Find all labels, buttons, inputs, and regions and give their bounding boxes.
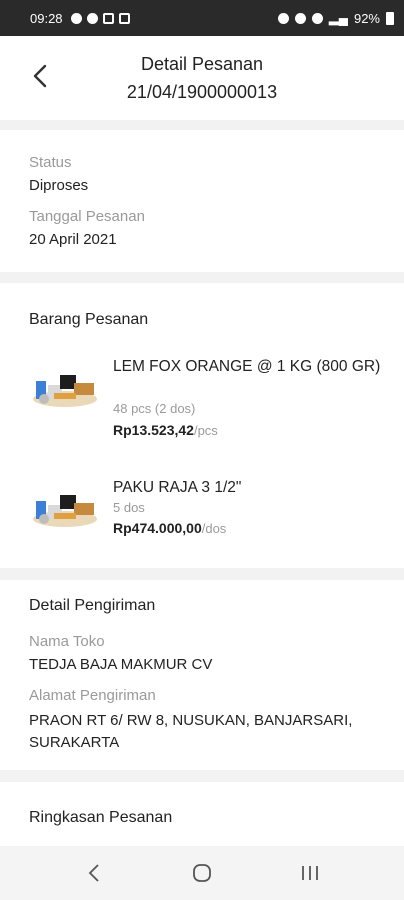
- instagram-icon: [102, 12, 114, 24]
- nav-recents-button[interactable]: [290, 853, 330, 893]
- chevron-left-icon: [33, 64, 47, 88]
- battery-percent: 92%: [353, 10, 380, 26]
- system-nav-bar: [0, 846, 404, 900]
- shipping-address-label: Alamat Pengiriman: [29, 687, 156, 704]
- product-image: [33, 495, 97, 527]
- page-title: Detail Pesanan 21/04/1900000013: [60, 50, 344, 106]
- gallery-icon: [118, 12, 130, 24]
- notification-icons: [70, 12, 130, 24]
- order-summary-section: Ringkasan Pesanan: [0, 782, 404, 846]
- order-number: 21/04/1900000013: [126, 82, 278, 102]
- item-price: Rp13.523,42/pcs: [113, 422, 218, 438]
- status-time: 09:28: [30, 10, 63, 26]
- order-items-section: Barang Pesanan LEM FOX ORANGE @ 1 KG (80…: [0, 283, 404, 568]
- nav-home-button[interactable]: [182, 853, 222, 893]
- order-item[interactable]: PAKU RAJA 3 1/2" 5 dos Rp474.000,00/dos: [0, 475, 404, 545]
- shipping-section: Detail Pengiriman Nama Toko TEDJA BAJA M…: [0, 580, 404, 770]
- order-items-title: Barang Pesanan: [29, 311, 149, 328]
- mute-icon: [294, 12, 306, 24]
- item-name: PAKU RAJA 3 1/2": [113, 479, 242, 496]
- store-name-value: TEDJA BAJA MAKMUR CV: [29, 656, 213, 673]
- status-value: Diproses: [29, 177, 89, 194]
- nav-back-icon: [88, 864, 99, 882]
- item-quantity: 5 dos: [113, 500, 145, 515]
- status-bar: 09:28 ▂▄ 92%: [0, 0, 404, 36]
- page-title-line1: Detail Pesanan: [140, 54, 264, 74]
- shipping-address-value: PRAON RT 6/ RW 8, NUSUKAN, BANJARSARI, S…: [29, 712, 353, 751]
- nav-home-icon: [193, 864, 211, 882]
- order-date-value: 20 April 2021: [29, 231, 117, 248]
- back-button[interactable]: [20, 56, 60, 96]
- item-price-value: Rp474.000,00: [113, 520, 202, 536]
- shipping-title: Detail Pengiriman: [29, 597, 156, 614]
- item-quantity: 48 pcs (2 dos): [113, 401, 196, 416]
- item-price-unit: /dos: [201, 521, 227, 536]
- order-date-label: Tanggal Pesanan: [29, 208, 145, 225]
- app-header: Detail Pesanan 21/04/1900000013: [0, 36, 404, 120]
- order-item[interactable]: LEM FOX ORANGE @ 1 KG (800 GR) 48 pcs (2…: [0, 355, 404, 445]
- facebook-icon: [86, 12, 98, 24]
- nav-recents-icon: [302, 866, 318, 880]
- store-name-label: Nama Toko: [29, 633, 105, 650]
- facebook-icon: [70, 12, 82, 24]
- status-right: ▂▄ 92%: [277, 10, 394, 26]
- signal-icon: ▂▄: [328, 10, 348, 25]
- nav-back-button[interactable]: [74, 853, 114, 893]
- order-summary-title: Ringkasan Pesanan: [29, 809, 173, 826]
- status-label: Status: [29, 154, 72, 171]
- alarm-icon: [277, 12, 289, 24]
- wifi-icon: [311, 12, 323, 24]
- item-price-value: Rp13.523,42: [113, 422, 194, 438]
- status-section: Status Diproses Tanggal Pesanan 20 April…: [0, 130, 404, 272]
- item-price-unit: /pcs: [193, 423, 218, 438]
- product-image: [33, 375, 97, 407]
- item-name: LEM FOX ORANGE @ 1 KG (800 GR): [113, 358, 381, 375]
- battery-icon: [386, 11, 394, 25]
- item-price: Rp474.000,00/dos: [113, 520, 226, 536]
